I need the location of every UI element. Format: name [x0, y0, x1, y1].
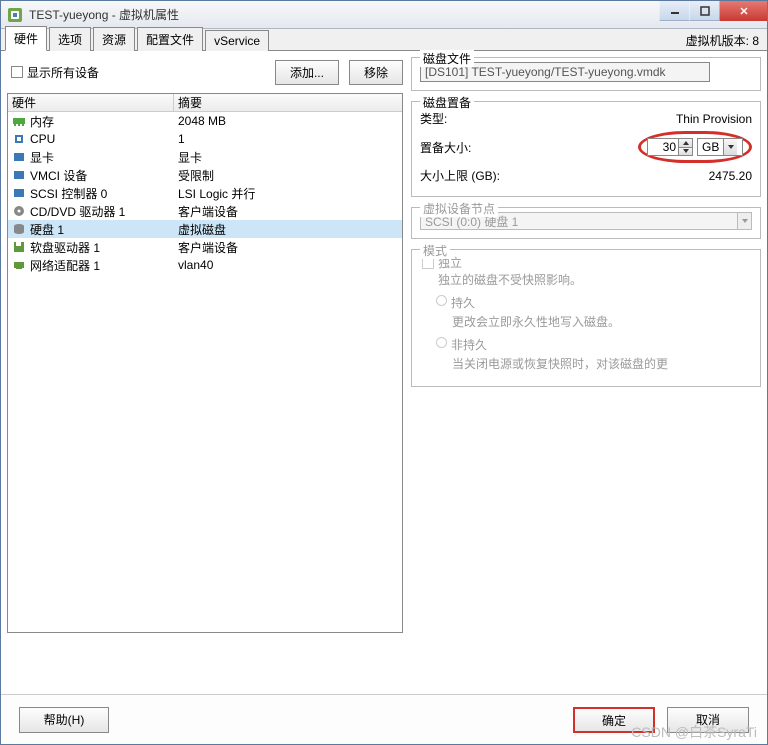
- disk-file-group: 磁盘文件: [411, 57, 761, 91]
- vm-version-label: 虚拟机版本: 8: [686, 32, 759, 49]
- minimize-button[interactable]: [659, 1, 689, 21]
- size-unit-label: GB: [698, 140, 723, 154]
- mode-title: 模式: [420, 242, 450, 259]
- hw-name: SCSI 控制器 0: [30, 185, 107, 202]
- type-value: Thin Provision: [676, 112, 752, 126]
- hw-name: 内存: [30, 113, 54, 130]
- table-row[interactable]: 网络适配器 1 vlan40: [8, 256, 402, 274]
- independent-desc: 独立的磁盘不受快照影响。: [438, 271, 752, 288]
- hardware-table: 硬件 摘要 内存2048 MBCPU1显卡显卡VMCI 设备受限制SCSI 控制…: [7, 93, 403, 633]
- type-label: 类型:: [420, 110, 676, 127]
- memory-icon: [12, 114, 26, 128]
- size-unit-select[interactable]: GB: [697, 138, 743, 156]
- tab-profiles[interactable]: 配置文件: [137, 27, 203, 51]
- ok-button[interactable]: 确定: [573, 707, 655, 733]
- hw-summary: vlan40: [174, 258, 402, 272]
- disk-provision-title: 磁盘置备: [420, 94, 474, 111]
- nonpersistent-desc: 当关闭电源或恢复快照时，对该磁盘的更: [452, 355, 752, 372]
- content-area: 显示所有设备 添加... 移除 硬件 摘要 内存2048 MBCPU1显卡显卡V…: [1, 51, 767, 689]
- independent-checkbox: 独立: [422, 254, 752, 271]
- table-row[interactable]: VMCI 设备 受限制: [8, 166, 402, 184]
- provisioned-size-input[interactable]: [647, 138, 693, 156]
- persistent-desc: 更改会立即永久性地写入磁盘。: [452, 313, 752, 330]
- nonpersistent-radio: 非持久: [436, 336, 752, 353]
- hw-summary: 受限制: [174, 167, 402, 184]
- disk-provision-group: 磁盘置备 类型: Thin Provision 置备大小:: [411, 101, 761, 197]
- hw-summary: 虚拟磁盘: [174, 221, 402, 238]
- table-row[interactable]: CPU 1: [8, 130, 402, 148]
- remove-button[interactable]: 移除: [349, 60, 403, 85]
- tab-resources[interactable]: 资源: [93, 27, 135, 51]
- cpu-icon: [12, 132, 26, 146]
- hw-name: 网络适配器 1: [30, 257, 100, 274]
- table-row[interactable]: 软盘驱动器 1 客户端设备: [8, 238, 402, 256]
- hw-name: CD/DVD 驱动器 1: [30, 203, 125, 220]
- red-circle-annotation: GB: [638, 131, 752, 163]
- nic-icon: [12, 258, 26, 272]
- scsi-icon: [12, 186, 26, 200]
- show-all-devices-checkbox[interactable]: 显示所有设备: [11, 64, 99, 81]
- add-button[interactable]: 添加...: [275, 60, 339, 85]
- nonpersistent-label: 非持久: [451, 336, 487, 353]
- spinner-down[interactable]: [679, 148, 692, 156]
- max-size-label: 大小上限 (GB):: [420, 167, 709, 184]
- hw-summary: 1: [174, 132, 402, 146]
- vmci-icon: [12, 168, 26, 182]
- radio-icon: [436, 295, 447, 306]
- close-button[interactable]: [719, 1, 767, 21]
- persistent-label: 持久: [451, 294, 475, 311]
- table-header: 硬件 摘要: [8, 94, 402, 112]
- left-pane: 显示所有设备 添加... 移除 硬件 摘要 内存2048 MBCPU1显卡显卡V…: [7, 57, 403, 683]
- size-value[interactable]: [648, 139, 678, 155]
- table-row[interactable]: 内存 2048 MB: [8, 112, 402, 130]
- disk-file-title: 磁盘文件: [420, 50, 474, 67]
- window-controls: [659, 1, 767, 21]
- hw-summary: 客户端设备: [174, 203, 402, 220]
- table-row[interactable]: 硬盘 1 虚拟磁盘: [8, 220, 402, 238]
- help-button[interactable]: 帮助(H): [19, 707, 109, 733]
- checkbox-icon: [11, 66, 23, 78]
- persistent-radio: 持久: [436, 294, 752, 311]
- hw-name: 软盘驱动器 1: [30, 239, 100, 256]
- disk-icon: [12, 222, 26, 236]
- hw-name: 硬盘 1: [30, 221, 64, 238]
- table-row[interactable]: CD/DVD 驱动器 1 客户端设备: [8, 202, 402, 220]
- max-size-value: 2475.20: [709, 169, 752, 183]
- titlebar: TEST-yueyong - 虚拟机属性: [1, 1, 767, 29]
- right-pane: 磁盘文件 磁盘置备 类型: Thin Provision 置备大小:: [411, 57, 761, 683]
- vsphere-icon: [7, 7, 23, 23]
- radio-icon: [436, 337, 447, 348]
- hw-name: CPU: [30, 132, 55, 146]
- hw-summary: 客户端设备: [174, 239, 402, 256]
- vm-properties-window: TEST-yueyong - 虚拟机属性 硬件 选项 资源 配置文件 vServ…: [0, 0, 768, 745]
- size-label: 置备大小:: [420, 139, 638, 156]
- mode-group: 模式 独立 独立的磁盘不受快照影响。 持久 更改会立即永久性地写入磁盘。 非持久…: [411, 249, 761, 387]
- cd-icon: [12, 204, 26, 218]
- table-row[interactable]: 显卡 显卡: [8, 148, 402, 166]
- chevron-down-icon: [723, 139, 737, 155]
- device-node-group: 虚拟设备节点 SCSI (0:0) 硬盘 1: [411, 207, 761, 239]
- chevron-down-icon: [737, 213, 751, 229]
- spinner-up[interactable]: [679, 139, 692, 148]
- device-node-title: 虚拟设备节点: [420, 200, 498, 217]
- table-row[interactable]: SCSI 控制器 0 LSI Logic 并行: [8, 184, 402, 202]
- hw-summary: LSI Logic 并行: [174, 185, 402, 202]
- hw-name: 显卡: [30, 149, 54, 166]
- hw-name: VMCI 设备: [30, 167, 87, 184]
- col-summary[interactable]: 摘要: [174, 94, 402, 111]
- hw-summary: 显卡: [174, 149, 402, 166]
- floppy-icon: [12, 240, 26, 254]
- video-icon: [12, 150, 26, 164]
- tab-hardware[interactable]: 硬件: [5, 26, 47, 51]
- tabbar: 硬件 选项 资源 配置文件 vService 虚拟机版本: 8: [1, 29, 767, 51]
- hw-summary: 2048 MB: [174, 114, 402, 128]
- window-title: TEST-yueyong - 虚拟机属性: [29, 6, 179, 23]
- tab-vservice[interactable]: vService: [205, 30, 269, 51]
- bottom-bar: 帮助(H) 确定 取消: [1, 694, 767, 744]
- tab-options[interactable]: 选项: [49, 27, 91, 51]
- cancel-button[interactable]: 取消: [667, 707, 749, 733]
- maximize-button[interactable]: [689, 1, 719, 21]
- show-all-devices-label: 显示所有设备: [27, 64, 99, 81]
- col-hardware[interactable]: 硬件: [8, 94, 174, 111]
